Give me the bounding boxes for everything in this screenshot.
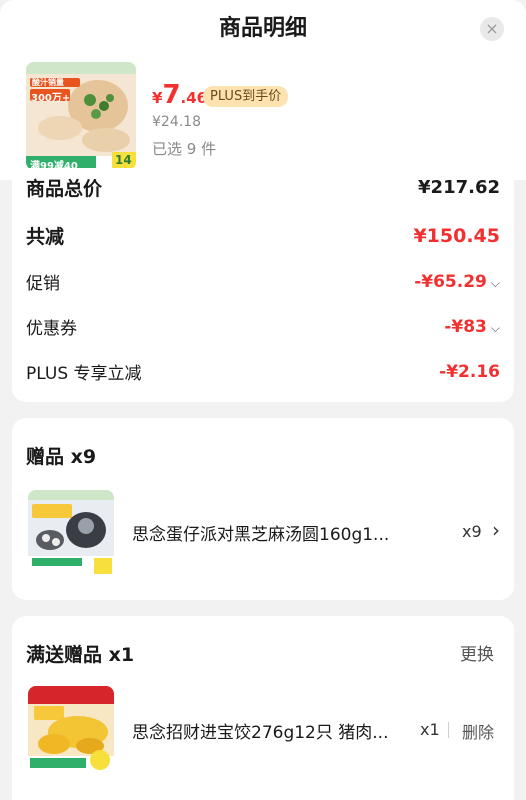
price-currency: ¥	[152, 89, 163, 107]
reduce-label: 共减	[26, 226, 65, 248]
promo-value: -¥65.29	[414, 271, 487, 292]
coupon-label: 优惠券	[26, 319, 77, 339]
page-title: 商品明细	[218, 16, 307, 41]
plus-price-badge: PLUS到手价	[203, 86, 289, 107]
price-integer: 7	[162, 80, 181, 110]
reduce-row: 共减 ¥150.45	[26, 222, 500, 249]
thumb-badge-sales: 300万+	[31, 93, 71, 104]
total-value: ¥217.62	[418, 177, 500, 198]
plus-reduce-value: -¥2.16	[439, 361, 500, 382]
divider	[448, 722, 449, 738]
chevron-down-icon[interactable]: ⌵	[491, 276, 500, 291]
price-summary: 商品总价 ¥217.62 共减 ¥150.45 促销 -¥65.29 ⌵ 优惠券 …	[12, 168, 514, 402]
thumb-badge-corner: 14	[115, 153, 132, 167]
close-icon[interactable]: ×	[480, 17, 504, 41]
coupon-row[interactable]: 优惠券 -¥83 ⌵	[26, 314, 500, 340]
gift-title: 赠品 x9	[26, 446, 97, 468]
original-price: ¥24.18	[152, 114, 201, 130]
thumb-badge-top: 酸汁销量	[32, 78, 64, 87]
gift-card: 赠品 x9 思念蛋仔派对黑芝麻汤圆160g1... x9 ›	[12, 418, 514, 600]
full-gift-item-name[interactable]: 思念招财进宝饺276g12只 猪肉...	[132, 718, 414, 743]
coupon-value: -¥83	[444, 316, 487, 337]
full-gift-title: 满送赠品 x1	[26, 644, 135, 666]
selected-count: 已选 9 件	[152, 140, 217, 158]
full-gift-thumbnail[interactable]	[28, 686, 114, 772]
promo-label: 促销	[26, 274, 60, 294]
replace-button[interactable]: 更换	[460, 640, 494, 665]
product-thumbnail[interactable]: 酸汁销量 300万+ 满99减40 14	[26, 62, 136, 170]
reduce-value: ¥150.45	[413, 224, 500, 247]
chevron-down-icon[interactable]: ⌵	[491, 321, 500, 336]
full-gift-card: 满送赠品 x1 更换 思念招财进宝饺276g12只 猪肉... x1 删除	[12, 616, 514, 800]
delete-button[interactable]: 删除	[462, 719, 494, 743]
promo-row[interactable]: 促销 -¥65.29 ⌵	[26, 269, 500, 295]
detail-header: 商品明细 × 酸汁销量 300万+ 满99减40 14 ¥ 7 .46 PLUS…	[0, 0, 526, 180]
gift-thumbnail[interactable]	[28, 490, 114, 576]
full-gift-quantity: x1	[420, 720, 440, 739]
plus-reduce-label: PLUS 专享立减	[26, 364, 142, 384]
plus-reduce-row: PLUS 专享立减 -¥2.16	[26, 359, 500, 385]
total-label: 商品总价	[26, 178, 103, 200]
gift-item-name[interactable]: 思念蛋仔派对黑芝麻汤圆160g1...	[132, 520, 422, 545]
total-row: 商品总价 ¥217.62	[26, 174, 500, 201]
gift-quantity: x9	[462, 522, 482, 541]
chevron-right-icon[interactable]: ›	[492, 518, 500, 542]
